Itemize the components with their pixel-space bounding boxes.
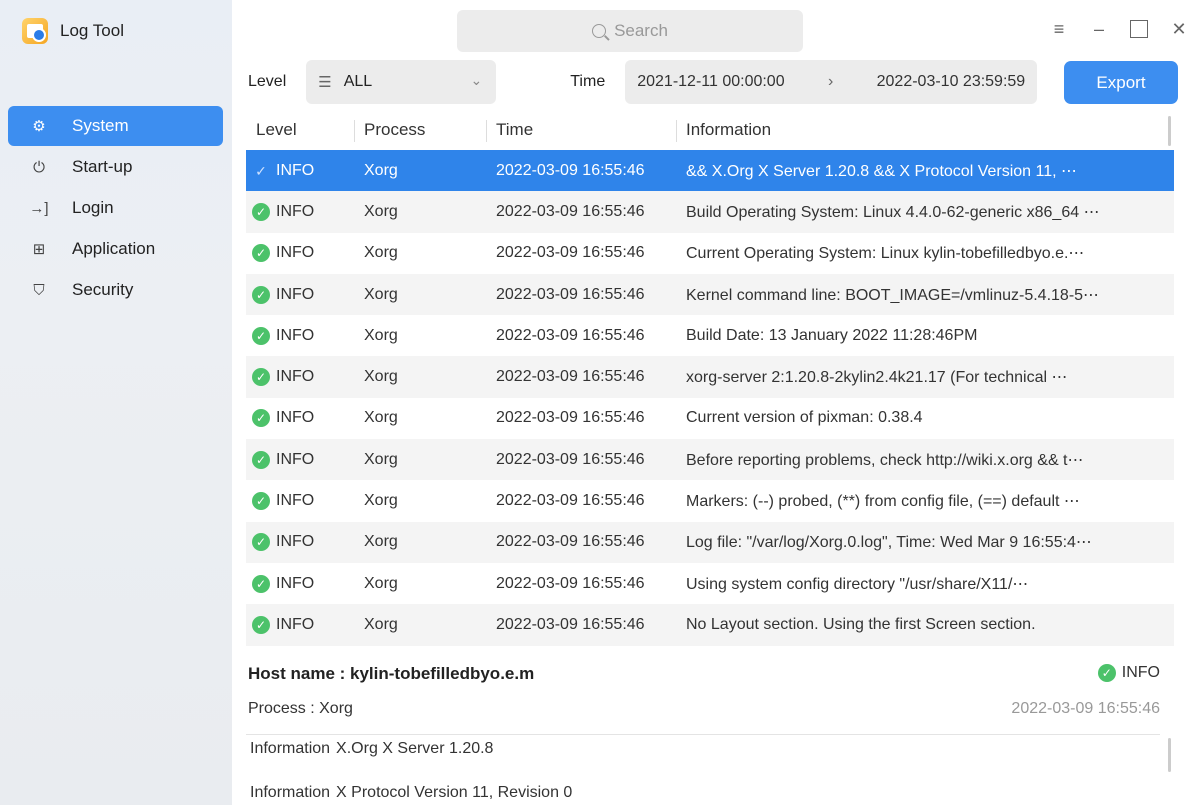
sidebar-item-label: Login bbox=[72, 198, 114, 217]
main-panel: Search ≡ – ✕ Level ☰ ALL ⌄ Time 2021-12-… bbox=[232, 0, 1202, 805]
sidebar-item-label: Security bbox=[72, 280, 134, 299]
sidebar: Log Tool ⚙ System ⏻ Start-up →] Login ⊞ … bbox=[0, 0, 232, 805]
chevron-right-icon: › bbox=[827, 73, 834, 90]
sidebar-item-security[interactable]: ⛉ Security bbox=[8, 270, 223, 310]
check-circle-icon: ✓ bbox=[1097, 664, 1116, 682]
window-controls: ≡ – ✕ bbox=[1050, 19, 1188, 39]
table-row[interactable]: ✓ INFO Xorg 2022-03-09 16:55:46 Build Ope… bbox=[246, 191, 1174, 233]
detail-time: 2022-03-09 16:55:46 bbox=[1011, 700, 1160, 717]
level-select[interactable]: ☰ ALL ⌄ bbox=[306, 60, 497, 104]
column-header-information[interactable]: Information bbox=[676, 110, 1174, 150]
chevron-down-icon: ⌄ bbox=[470, 72, 483, 88]
detail-process: Process : Xorg bbox=[248, 700, 353, 717]
log-table-header: Level Process Time Information bbox=[246, 110, 1174, 150]
search-input[interactable]: Search bbox=[457, 10, 803, 52]
app-title: Log Tool bbox=[60, 21, 124, 40]
time-to[interactable]: 2022-03-10 23:59:59 bbox=[877, 73, 1026, 91]
check-circle-icon: ✓ bbox=[252, 244, 270, 263]
table-row[interactable]: ✓ INFO Xorg 2022-03-09 16:55:46 xorg-serv… bbox=[246, 356, 1174, 398]
log-tool-window: Log Tool ⚙ System ⏻ Start-up →] Login ⊞ … bbox=[0, 0, 1202, 805]
login-icon: →] bbox=[29, 199, 49, 217]
check-circle-icon: ✓ bbox=[252, 202, 270, 221]
table-row[interactable]: ✓ INFO Xorg 2022-03-09 16:55:46 Current v… bbox=[246, 398, 1174, 439]
detail-divider bbox=[246, 734, 1160, 735]
apps-grid-icon: ⊞ bbox=[32, 241, 46, 258]
app-header: Log Tool bbox=[22, 18, 124, 44]
table-row[interactable]: ✓ INFO Xorg 2022-03-09 16:55:46 Kernel co… bbox=[246, 273, 1174, 316]
check-circle-icon: ✓ bbox=[252, 285, 270, 304]
table-header: Level Process Time Information bbox=[246, 110, 1174, 150]
check-circle-icon: ✓ bbox=[252, 574, 270, 593]
sidebar-item-label: Application bbox=[72, 239, 156, 258]
maximize-icon[interactable] bbox=[1130, 20, 1148, 38]
check-circle-icon: ✓ bbox=[252, 450, 270, 469]
detail-host-name: Host name : kylin-tobefilledbyo.e.m bbox=[248, 664, 535, 683]
check-circle-icon: ✓ bbox=[252, 492, 270, 511]
sidebar-item-system[interactable]: ⚙ System bbox=[8, 106, 223, 146]
check-circle-icon: ✓ bbox=[252, 368, 270, 387]
sidebar-item-start-up[interactable]: ⏻ Start-up bbox=[8, 147, 223, 187]
shield-icon: ⛉ bbox=[33, 281, 45, 299]
detail-level: ✓ INFO bbox=[1097, 664, 1160, 682]
detail-info-line: Information X Protocol Version 11, Revisi… bbox=[250, 784, 573, 801]
table-scrollbar[interactable] bbox=[1168, 116, 1171, 146]
time-range-picker[interactable]: 2021-12-11 00:00:00 › 2022-03-10 23:59:5… bbox=[625, 60, 1038, 104]
column-header-time[interactable]: Time bbox=[486, 110, 676, 150]
list-icon: ☰ bbox=[318, 74, 332, 91]
table-row[interactable]: ✓ INFO Xorg 2022-03-09 16:55:46 Markers: … bbox=[246, 480, 1174, 521]
log-tool-logo-icon bbox=[22, 18, 48, 44]
level-value: ALL bbox=[343, 73, 373, 90]
check-circle-icon: ✓ bbox=[252, 615, 270, 634]
table-row[interactable]: ✓ INFO Xorg 2022-03-09 16:55:46 Before re… bbox=[246, 439, 1174, 481]
table-row[interactable]: ✓ INFO Xorg 2022-03-09 16:55:46 Current O… bbox=[246, 233, 1174, 274]
check-circle-icon: ✓ bbox=[252, 326, 270, 345]
menu-icon[interactable]: ≡ bbox=[1050, 19, 1068, 39]
search-placeholder: Search bbox=[614, 21, 668, 40]
search-icon bbox=[592, 24, 607, 38]
table-row[interactable]: ✓ INFO Xorg 2022-03-09 16:55:46 Log file:… bbox=[246, 521, 1174, 563]
table-row[interactable]: ✓ INFO Xorg 2022-03-09 16:55:46 No Layout… bbox=[246, 604, 1174, 646]
sidebar-item-application[interactable]: ⊞ Application bbox=[8, 229, 223, 269]
sidebar-item-label: System bbox=[72, 116, 129, 135]
filter-bar: Level ☰ ALL ⌄ Time 2021-12-11 00:00:00 ›… bbox=[248, 60, 1038, 104]
log-table-body: ✓ INFO Xorg 2022-03-09 16:55:46 && X.Org … bbox=[246, 150, 1174, 646]
minimize-icon[interactable]: – bbox=[1090, 19, 1108, 39]
column-header-process[interactable]: Process bbox=[354, 110, 486, 150]
log-detail-pane: Host name : kylin-tobefilledbyo.e.m ✓ IN… bbox=[246, 652, 1174, 805]
time-label: Time bbox=[570, 73, 606, 90]
level-label: Level bbox=[248, 73, 287, 90]
table-row[interactable]: ✓ INFO Xorg 2022-03-09 16:55:46 Using sys… bbox=[246, 563, 1174, 604]
close-icon[interactable]: ✕ bbox=[1170, 19, 1188, 39]
export-button[interactable]: Export bbox=[1064, 61, 1178, 104]
detail-scrollbar[interactable] bbox=[1168, 738, 1171, 772]
check-circle-icon: ✓ bbox=[255, 162, 267, 179]
table-row[interactable]: ✓ INFO Xorg 2022-03-09 16:55:46 Build Dat… bbox=[246, 315, 1174, 356]
sidebar-item-login[interactable]: →] Login bbox=[8, 188, 223, 228]
check-circle-icon: ✓ bbox=[252, 533, 270, 552]
gear-icon: ⚙ bbox=[32, 118, 46, 135]
check-circle-icon: ✓ bbox=[252, 409, 270, 428]
table-row[interactable]: ✓ INFO Xorg 2022-03-09 16:55:46 && X.Org … bbox=[246, 150, 1174, 192]
power-icon: ⏻ bbox=[33, 158, 45, 176]
column-header-level[interactable]: Level bbox=[246, 110, 354, 150]
sidebar-item-label: Start-up bbox=[72, 157, 133, 176]
detail-info-line: Information X.Org X Server 1.20.8 bbox=[250, 740, 494, 757]
sidebar-nav: ⚙ System ⏻ Start-up →] Login ⊞ Applicati… bbox=[8, 106, 223, 311]
time-from[interactable]: 2021-12-11 00:00:00 bbox=[637, 73, 784, 91]
